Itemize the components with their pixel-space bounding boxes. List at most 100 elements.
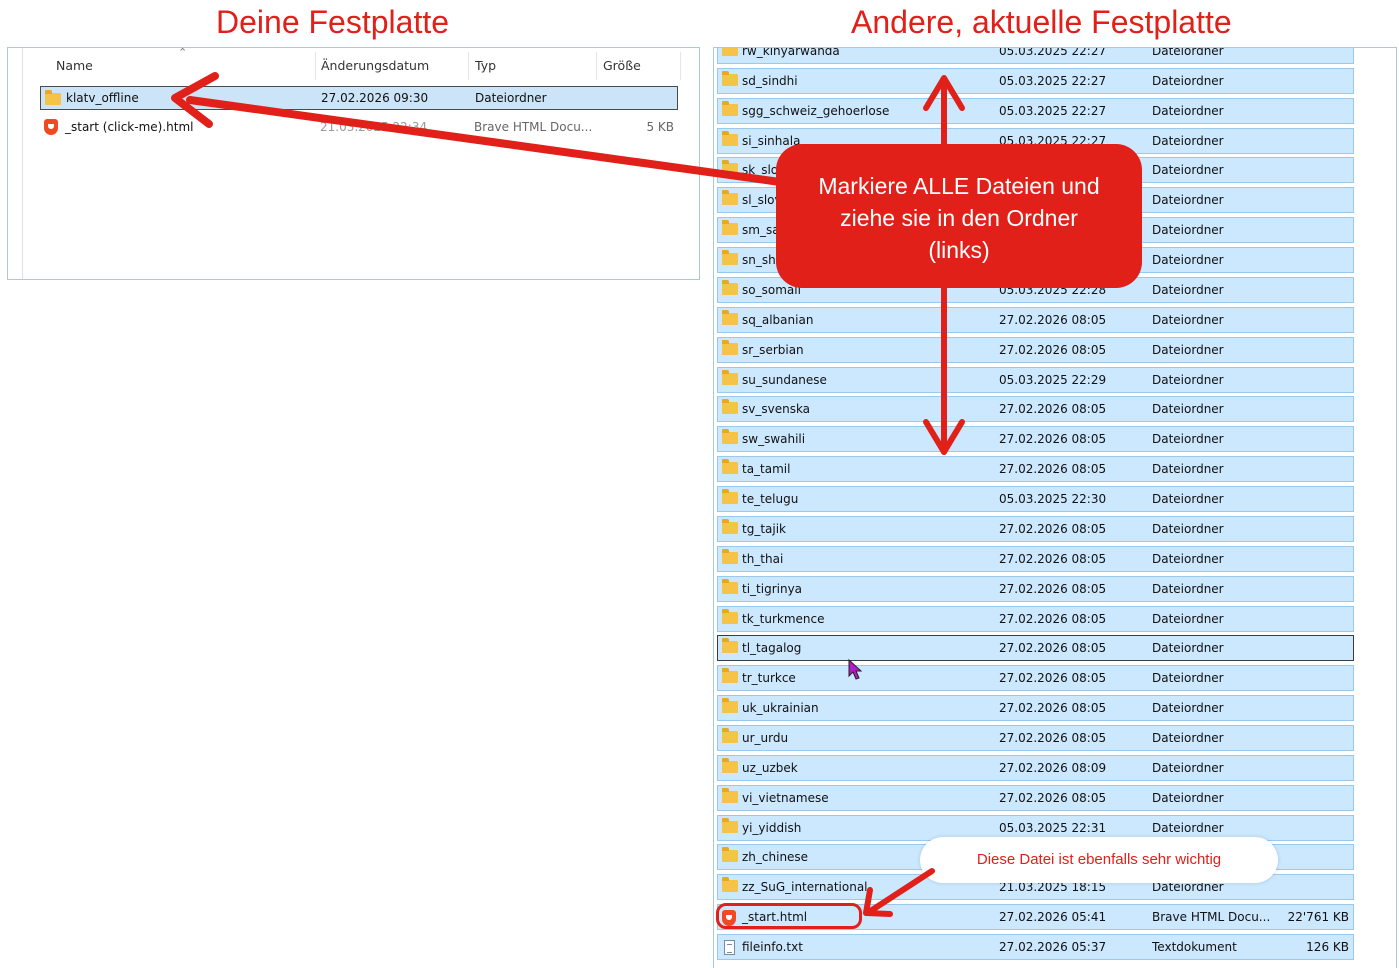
left-drive-heading: Deine Festplatte xyxy=(216,4,450,40)
file-row[interactable]: te_telugu 05.03.2025 22:30 Dateiordner xyxy=(717,486,1354,513)
file-size: 126 KB xyxy=(1306,940,1349,955)
folder-icon xyxy=(722,100,738,116)
file-type: Dateiordner xyxy=(1152,312,1224,327)
file-type: Dateiordner xyxy=(1152,462,1224,477)
file-row[interactable]: tk_turkmence 27.02.2026 08:05 Dateiordner xyxy=(717,605,1354,632)
file-date: 27.02.2026 08:05 xyxy=(999,312,1107,327)
folder-icon xyxy=(722,877,738,893)
file-row[interactable]: sgg_schweiz_gehoerlose 05.03.2025 22:27 Da… xyxy=(717,97,1354,124)
file-name: tr_turkce xyxy=(742,671,796,686)
file-row[interactable]: sr_serbian 27.02.2026 08:05 Dateiordner xyxy=(717,336,1354,363)
file-row[interactable]: sw_swahili 27.02.2026 08:05 Dateiordner xyxy=(717,426,1354,453)
file-date: 27.02.2026 08:05 xyxy=(999,581,1107,596)
important-file-note: Diese Datei ist ebenfalls sehr wichtig xyxy=(920,837,1278,883)
file-row[interactable]: rw_kinyarwanda 05.03.2025 22:27 Dateiordne… xyxy=(717,47,1354,64)
file-date: 27.02.2026 08:05 xyxy=(999,611,1107,626)
folder-icon xyxy=(722,578,738,594)
file-type: Textdokument xyxy=(1152,940,1237,955)
file-date: 27.02.2026 08:05 xyxy=(999,402,1107,417)
folder-icon xyxy=(722,48,738,56)
folder-icon xyxy=(722,279,738,295)
folder-icon xyxy=(722,220,738,236)
file-date: 05.03.2025 22:27 xyxy=(999,73,1107,88)
file-type: Dateiordner xyxy=(1152,372,1224,387)
file-row[interactable]: th_thai 27.02.2026 08:05 Dateiordner xyxy=(717,545,1354,572)
file-date: 27.02.2026 08:05 xyxy=(999,731,1107,745)
file-type: Dateiordner xyxy=(1152,47,1224,58)
file-row[interactable]: uk_ukrainian 27.02.2026 08:05 Dateiordner xyxy=(717,695,1354,722)
file-type: Dateiordner xyxy=(1152,193,1224,208)
file-row[interactable]: ta_tamil 27.02.2026 08:05 Dateiordner xyxy=(717,456,1354,483)
column-header-type[interactable]: Typ xyxy=(475,58,496,73)
file-row[interactable]: vi_vietnamese 27.02.2026 08:05 Dateiordner xyxy=(717,784,1354,811)
folder-icon xyxy=(722,847,738,863)
column-separator[interactable] xyxy=(680,52,681,80)
sort-ascending-icon: ⌃ xyxy=(178,47,188,59)
file-type: Dateiordner xyxy=(1152,551,1224,566)
instruction-line: ziehe sie in den Ordner xyxy=(840,205,1078,231)
file-date: 27.02.2026 08:05 xyxy=(999,551,1107,566)
folder-icon xyxy=(722,399,738,415)
column-header-date[interactable]: Änderungsdatum xyxy=(321,58,429,73)
file-type: Dateiordner xyxy=(475,91,547,105)
file-type: Dateiordner xyxy=(1152,701,1224,716)
file-name: tk_turkmence xyxy=(742,611,825,626)
file-type: Dateiordner xyxy=(1152,342,1224,357)
file-date: 05.03.2025 22:30 xyxy=(999,492,1107,507)
file-date: 05.03.2025 22:27 xyxy=(999,47,1107,58)
file-name: uk_ukrainian xyxy=(742,701,819,716)
folder-icon xyxy=(722,787,738,803)
file-date: 27.02.2026 08:05 xyxy=(999,342,1107,357)
pane-divider xyxy=(22,48,23,279)
file-type: Brave HTML Docu... xyxy=(1152,910,1271,925)
brave-icon xyxy=(44,119,58,135)
file-name: sr_serbian xyxy=(742,342,804,357)
file-row[interactable]: sd_sindhi 05.03.2025 22:27 Dateiordner xyxy=(717,67,1354,94)
file-name: th_thai xyxy=(742,551,784,566)
folder-icon xyxy=(722,668,738,684)
column-header-size[interactable]: Größe xyxy=(603,58,641,73)
folder-icon xyxy=(722,250,738,266)
column-separator[interactable] xyxy=(596,52,597,80)
right-drive-heading: Andere, aktuelle Festplatte xyxy=(851,4,1232,40)
file-size: 5 KB xyxy=(646,120,674,134)
left-file-explorer[interactable]: ⌃ Name Änderungsdatum Typ Größe klatv_of… xyxy=(7,47,700,280)
file-type: Dateiordner xyxy=(1152,253,1224,268)
folder-icon xyxy=(722,489,738,505)
file-row[interactable]: sv_svenska 27.02.2026 08:05 Dateiordner xyxy=(717,396,1354,423)
file-row[interactable]: ti_tigrinya 27.02.2026 08:05 Dateiordner xyxy=(717,575,1354,602)
file-name: zh_chinese xyxy=(742,850,809,865)
file-row[interactable]: fileinfo.txt 27.02.2026 05:37 Textdokument… xyxy=(717,934,1354,961)
file-name: tl_tagalog xyxy=(742,641,802,656)
file-row[interactable]: sq_albanian 27.02.2026 08:05 Dateiordner xyxy=(717,306,1354,333)
folder-icon xyxy=(722,309,738,325)
file-date: 27.02.2026 08:05 xyxy=(999,641,1107,656)
start-html-highlight xyxy=(716,903,862,929)
file-size: 22'761 KB xyxy=(1287,910,1349,925)
file-row[interactable]: tg_tajik 27.02.2026 08:05 Dateiordner xyxy=(717,515,1354,542)
file-type: Dateiordner xyxy=(1152,492,1224,507)
file-name: vi_vietnamese xyxy=(742,790,829,805)
file-name: rw_kinyarwanda xyxy=(742,47,840,58)
file-name: sgg_schweiz_gehoerlose xyxy=(742,103,890,118)
file-type: Dateiordner xyxy=(1152,581,1224,596)
file-name: su_sundanese xyxy=(742,372,827,387)
file-name: sq_albanian xyxy=(742,312,814,327)
column-separator[interactable] xyxy=(468,52,469,80)
file-row[interactable]: su_sundanese 05.03.2025 22:29 Dateiordner xyxy=(717,366,1354,393)
file-row[interactable]: tr_turkce 27.02.2026 08:05 Dateiordner xyxy=(717,665,1354,692)
file-type: Dateiordner xyxy=(1152,432,1224,447)
file-date: 27.02.2026 08:05 xyxy=(999,462,1107,477)
column-header-name[interactable]: Name xyxy=(56,58,93,73)
file-name: ti_tigrinya xyxy=(742,581,803,596)
file-row[interactable]: ur_urdu 27.02.2026 08:05 Dateiordner xyxy=(717,725,1354,751)
column-separator[interactable] xyxy=(315,52,316,80)
file-name: yi_yiddish xyxy=(742,820,802,835)
file-row-klatv-offline[interactable]: klatv_offline 27.02.2026 09:30 Dateiordn… xyxy=(40,86,678,110)
file-date: 27.02.2026 08:09 xyxy=(999,760,1107,775)
file-name: sv_svenska xyxy=(742,402,811,417)
file-row[interactable]: uz_uzbek 27.02.2026 08:09 Dateiordner xyxy=(717,754,1354,781)
file-name: fileinfo.txt xyxy=(742,940,803,955)
file-row-start-click-me[interactable]: _start (click-me).html 21.03.2025 22:34 … xyxy=(40,116,678,140)
file-row[interactable]: tl_tagalog 27.02.2026 08:05 Dateiordner xyxy=(717,635,1354,662)
